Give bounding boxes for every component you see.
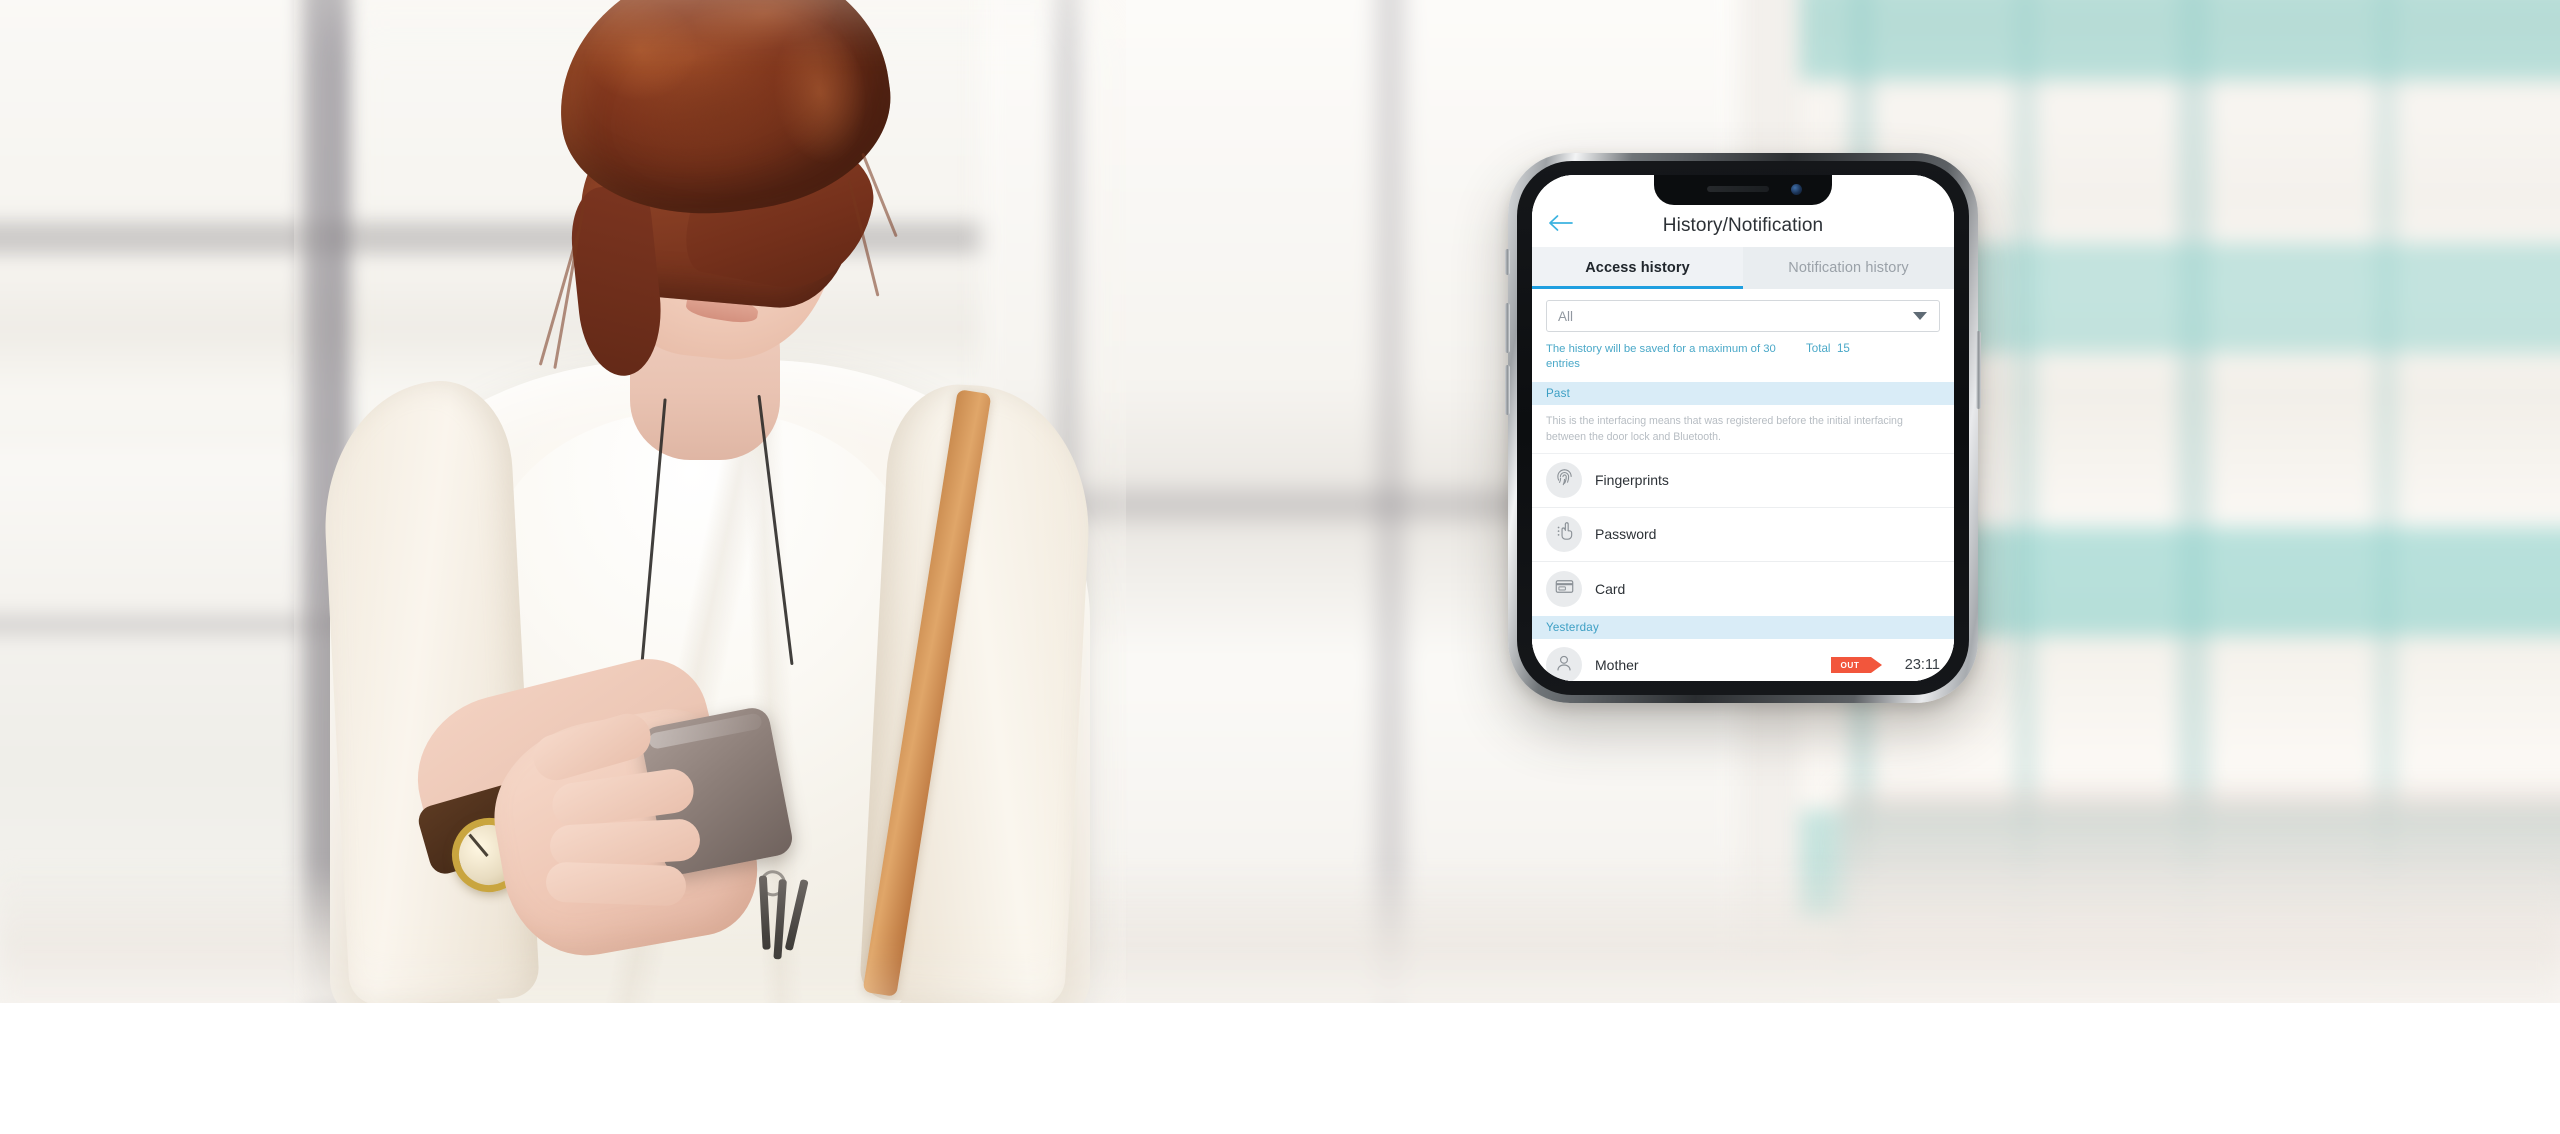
section-header-past: Past bbox=[1532, 381, 1954, 405]
page-title: History/Notification bbox=[1662, 215, 1824, 236]
tab-access-history-label: Access history bbox=[1585, 260, 1690, 276]
table-row-time: 23:11 bbox=[1904, 657, 1940, 674]
table-row[interactable]: Mother OUT 23:11 bbox=[1532, 638, 1954, 681]
app-container: History/Notification Access history Noti… bbox=[1532, 175, 1954, 681]
finger bbox=[545, 861, 687, 907]
total-value: 15 bbox=[1836, 342, 1850, 355]
list-item[interactable]: Fingerprints bbox=[1532, 453, 1954, 508]
avatar bbox=[1546, 462, 1582, 499]
past-rows: Fingerprints Password Card bbox=[1532, 453, 1954, 616]
filter-selected-value: All bbox=[1558, 308, 1574, 324]
section-description-past: This is the interfacing means that was r… bbox=[1532, 405, 1954, 454]
filter-dropdown[interactable]: All bbox=[1546, 300, 1940, 332]
screenshot-root: History/Notification Access history Noti… bbox=[0, 0, 2560, 1134]
tab-access-history[interactable]: Access history bbox=[1532, 247, 1743, 289]
list-item[interactable]: Password bbox=[1532, 507, 1954, 562]
volume-up-button[interactable] bbox=[1505, 303, 1510, 353]
keypad-finger-icon bbox=[1554, 521, 1575, 547]
avatar bbox=[1546, 647, 1582, 681]
filter-area: All bbox=[1532, 289, 1954, 340]
finger bbox=[549, 818, 701, 868]
tab-notification-history[interactable]: Notification history bbox=[1743, 247, 1954, 289]
list-item-label: Password bbox=[1595, 526, 1657, 543]
woman-figure bbox=[300, 0, 1120, 1003]
earpiece-speaker bbox=[1707, 186, 1770, 192]
silent-switch[interactable] bbox=[1505, 249, 1510, 275]
history-notice-text: The history will be saved for a maximum … bbox=[1546, 343, 1776, 371]
history-notice: The history will be saved for a maximum … bbox=[1532, 340, 1954, 382]
status-badge: OUT bbox=[1831, 657, 1882, 674]
keyring bbox=[748, 869, 827, 968]
list-item-label: Fingerprints bbox=[1595, 472, 1669, 489]
cardigan-left-lapel bbox=[317, 377, 541, 1003]
phone-screen: History/Notification Access history Noti… bbox=[1532, 175, 1954, 681]
yesterday-rows: Mother OUT 23:11 bbox=[1532, 638, 1954, 681]
front-camera-icon bbox=[1791, 184, 1802, 195]
table-row-label: Mother bbox=[1595, 657, 1639, 674]
list-item[interactable]: Card bbox=[1532, 561, 1954, 616]
volume-down-button[interactable] bbox=[1505, 365, 1510, 415]
background-photo bbox=[0, 0, 2560, 1003]
total-label: Total bbox=[1806, 342, 1831, 355]
arrow-left-icon bbox=[1548, 214, 1574, 232]
list-item-label: Card bbox=[1595, 580, 1626, 597]
power-button[interactable] bbox=[1976, 331, 1981, 409]
chevron-down-icon bbox=[1913, 312, 1927, 320]
fingerprint-icon bbox=[1554, 467, 1575, 493]
tab-notification-history-label: Notification history bbox=[1788, 260, 1909, 276]
back-button[interactable] bbox=[1546, 208, 1576, 238]
tab-bar: Access history Notification history bbox=[1532, 247, 1954, 289]
card-icon bbox=[1554, 576, 1575, 602]
total-count: Total 15 bbox=[1798, 342, 1850, 355]
phone-mockup: History/Notification Access history Noti… bbox=[1505, 153, 1981, 703]
avatar bbox=[1546, 516, 1582, 553]
phone-notch bbox=[1654, 175, 1832, 205]
section-header-yesterday: Yesterday bbox=[1532, 615, 1954, 639]
person-icon bbox=[1554, 653, 1574, 678]
avatar bbox=[1546, 570, 1582, 607]
